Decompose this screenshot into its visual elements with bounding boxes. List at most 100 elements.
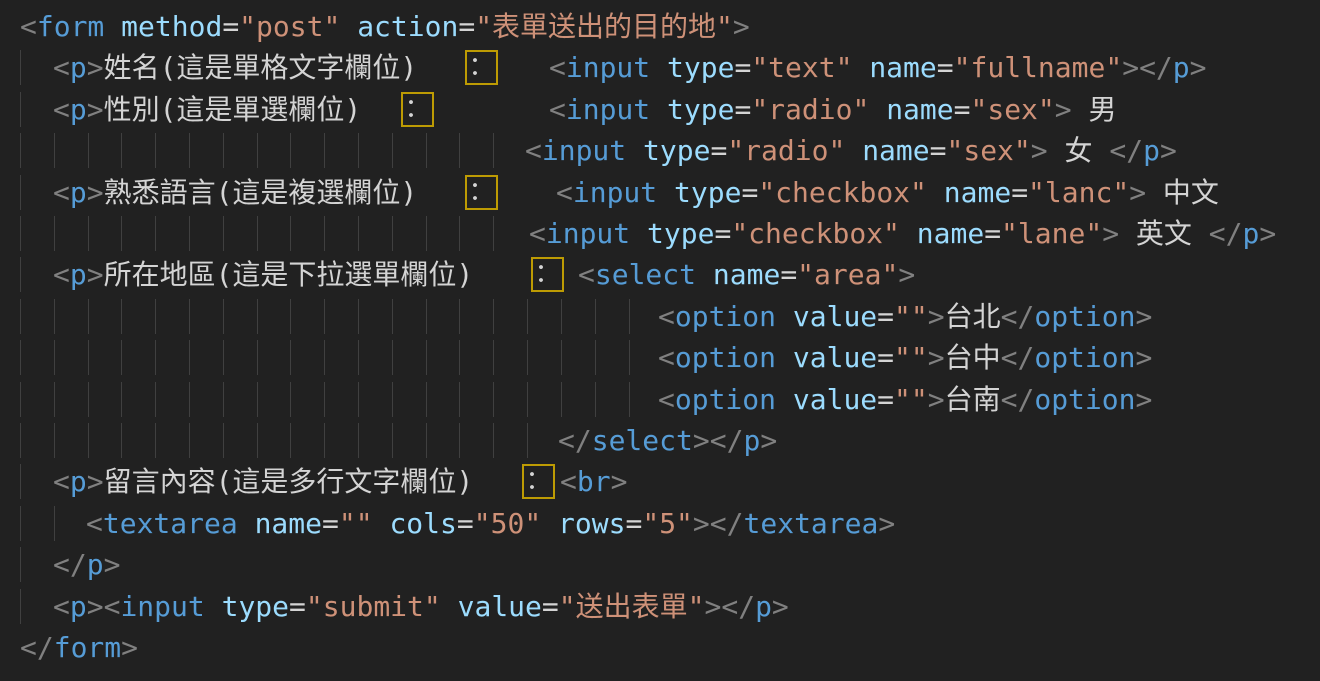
code-token (927, 176, 944, 209)
indent-guide (459, 423, 460, 458)
code-token: p (87, 548, 104, 581)
indent-guide (223, 340, 224, 375)
code-segment: <option value="">台北</option> (658, 296, 1152, 337)
indent-guide (20, 92, 21, 127)
indent-guide (426, 423, 427, 458)
code-token: textarea (103, 507, 238, 540)
code-token: p (1173, 51, 1190, 84)
code-token (696, 258, 713, 291)
code-token: > (1136, 341, 1153, 374)
code-token: > (87, 258, 104, 291)
code-token: </ (53, 548, 87, 581)
code-token: > (611, 465, 628, 498)
code-token: option (1034, 341, 1135, 374)
code-token: 英文 (1119, 217, 1209, 250)
indent-guide (426, 299, 427, 334)
code-token (104, 10, 121, 43)
code-token: = (734, 51, 751, 84)
unicode-highlight-box: ： (531, 257, 564, 292)
code-token: = (289, 590, 306, 623)
code-token: = (930, 134, 947, 167)
code-token: "fullname" (954, 51, 1123, 84)
code-editor[interactable]: <form method="post" action="表單送出的目的地"><p… (0, 0, 1320, 681)
unicode-highlight-box: ： (465, 50, 498, 85)
code-segment: </p> (53, 544, 120, 585)
code-token: input (566, 51, 650, 84)
indent-guide (459, 133, 460, 168)
code-token: 熟悉語言(這是複選欄位) (104, 176, 418, 209)
indent-guide (54, 133, 55, 168)
code-token: 中文 (1146, 176, 1219, 209)
code-token: 性別(這是單選欄位) (104, 93, 362, 126)
code-token: </ (1109, 134, 1143, 167)
code-line: <option value="">台南</option> (0, 379, 1320, 420)
indent-guide (88, 216, 89, 251)
indent-guide (595, 340, 596, 375)
indent-guide (493, 340, 494, 375)
code-line: </select></p> (0, 420, 1320, 461)
indent-guide (358, 423, 359, 458)
indent-guide (54, 506, 55, 541)
code-token: 所在地區(這是下拉選單欄位) (104, 258, 474, 291)
code-token: > (1122, 51, 1139, 84)
indent-guide (155, 423, 156, 458)
code-token (626, 134, 643, 167)
indent-guide (257, 382, 258, 417)
code-line: <input type="checkbox" name="lane"> 英文 <… (0, 213, 1320, 254)
code-token: "text" (751, 51, 852, 84)
indent-guide (392, 382, 393, 417)
code-token: < (86, 507, 103, 540)
code-token: p (1143, 134, 1160, 167)
indent-guide (155, 382, 156, 417)
unicode-highlight-box: ： (401, 92, 434, 127)
indent-guide (88, 299, 89, 334)
code-token: type (647, 217, 714, 250)
code-token: "checkbox" (758, 176, 927, 209)
indent-guide (223, 133, 224, 168)
code-token: > (1136, 383, 1153, 416)
code-token: < (556, 176, 573, 209)
code-token: > (1136, 300, 1153, 333)
code-token: = (222, 10, 239, 43)
code-token: "" (894, 383, 928, 416)
code-token: name (886, 93, 953, 126)
indent-guide (88, 423, 89, 458)
indent-guide (189, 382, 190, 417)
code-token: < (53, 465, 70, 498)
code-token: option (675, 341, 776, 374)
code-segment: <br> (560, 461, 627, 502)
code-token: "lanc" (1028, 176, 1129, 209)
code-token (852, 51, 869, 84)
code-token: name (944, 176, 1011, 209)
code-token: option (675, 383, 776, 416)
code-segment: <input type="radio" name="sex"> 女 </p> (525, 130, 1177, 171)
code-segment: <form method="post" action="表單送出的目的地"> (20, 6, 750, 47)
unicode-highlight-box: ： (522, 464, 555, 499)
indent-guide (257, 133, 258, 168)
indent-guide (54, 216, 55, 251)
indent-guide (392, 423, 393, 458)
indent-guide (121, 382, 122, 417)
indent-guide (392, 133, 393, 168)
code-token: < (53, 93, 70, 126)
indent-guide (561, 382, 562, 417)
code-token: = (741, 176, 758, 209)
indent-guide (121, 340, 122, 375)
code-token: input (120, 590, 204, 623)
indent-guide (324, 382, 325, 417)
code-token: type (667, 93, 734, 126)
code-token (205, 590, 222, 623)
indent-guide (629, 382, 630, 417)
code-token: < (53, 258, 70, 291)
code-segment: </form> (20, 627, 138, 668)
code-token (630, 217, 647, 250)
code-token: = (877, 341, 894, 374)
code-token: "送出表單" (559, 590, 705, 623)
code-token: > (898, 258, 915, 291)
code-line: <p>姓名(這是單格文字欄位)：<input type="text" name=… (0, 47, 1320, 88)
code-token: > (928, 300, 945, 333)
code-token: "lane" (1001, 217, 1102, 250)
code-token: p (70, 258, 87, 291)
code-segment: <p>性別(這是單選欄位) (53, 89, 361, 130)
indent-guide (189, 423, 190, 458)
